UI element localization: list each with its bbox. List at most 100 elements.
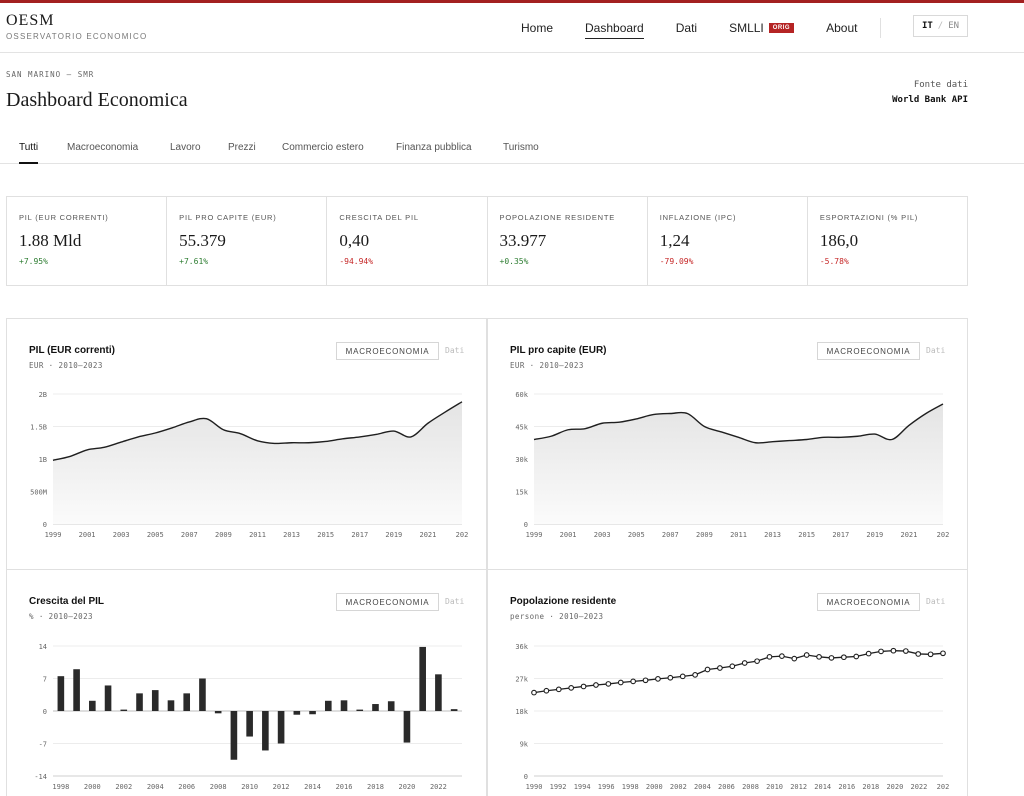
nav-dati-label: Dati bbox=[675, 21, 698, 35]
breadcrumb: SAN MARINO — SMR bbox=[6, 70, 95, 79]
bar bbox=[277, 711, 285, 744]
dati-link[interactable]: Dati bbox=[926, 597, 945, 606]
tab-prezzi[interactable]: Prezzi bbox=[228, 142, 256, 164]
logo-subtitle: OSSERVATORIO ECONOMICO bbox=[6, 32, 148, 41]
bar bbox=[293, 711, 301, 715]
category-tag-button[interactable]: MACROECONOMIA bbox=[817, 593, 920, 611]
kpi-delta: +0.35% bbox=[499, 257, 529, 266]
data-point bbox=[878, 648, 884, 655]
x-tick-label: 1999 bbox=[526, 531, 543, 539]
bar bbox=[387, 701, 395, 711]
tab-macroeconomia[interactable]: Macroeconomia bbox=[67, 142, 138, 164]
nav-dati[interactable]: Dati bbox=[676, 17, 697, 39]
data-point bbox=[754, 658, 760, 665]
tab-tutti[interactable]: Tutti bbox=[19, 142, 39, 164]
lang-en[interactable]: EN bbox=[948, 21, 959, 31]
nav-divider bbox=[880, 18, 881, 38]
chart-subtitle: persone · 2010–2023 bbox=[510, 612, 604, 621]
data-point bbox=[580, 683, 587, 690]
y-tick-label: 14 bbox=[39, 643, 47, 651]
x-tick-label: 2022 bbox=[911, 783, 928, 791]
kpi-value: 33.977 bbox=[499, 231, 547, 250]
bar bbox=[199, 678, 206, 711]
kpi-card-pil[interactable]: PIL (EUR CORRENTI) 1.88 Mld +7.95% bbox=[7, 197, 168, 285]
data-point bbox=[617, 679, 624, 686]
kpi-card-popolazione[interactable]: POPOLAZIONE RESIDENTE 33.977 +0.35% bbox=[488, 197, 648, 285]
kpi-card-esportazioni[interactable]: ESPORTAZIONI (% PIL) 186,0 -5.78% bbox=[808, 197, 967, 285]
y-tick-label: 18k bbox=[515, 708, 528, 716]
y-tick-label: 1B bbox=[39, 456, 47, 464]
nav-dashboard[interactable]: Dashboard bbox=[585, 17, 644, 39]
x-tick-label: 2020 bbox=[886, 783, 903, 791]
x-tick-label: 2012 bbox=[273, 783, 290, 791]
x-tick-label: 1990 bbox=[526, 783, 543, 791]
x-tick-label: 1998 bbox=[622, 783, 639, 791]
lang-it[interactable]: IT bbox=[922, 21, 933, 31]
dati-link[interactable]: Dati bbox=[445, 346, 464, 355]
data-point bbox=[779, 653, 785, 659]
kpi-value: 1.88 Mld bbox=[19, 231, 82, 250]
kpi-card-inflazione[interactable]: INFLAZIONE (IPC) 1,24 -79.09% bbox=[648, 197, 808, 285]
category-tag-button[interactable]: MACROECONOMIA bbox=[817, 342, 920, 360]
tab-lavoro[interactable]: Lavoro bbox=[170, 142, 201, 164]
nav-smlli[interactable]: SMLLI ORIG bbox=[729, 17, 795, 39]
x-tick-label: 2009 bbox=[215, 531, 232, 539]
kpi-label: POPOLAZIONE RESIDENTE bbox=[499, 213, 616, 222]
bar bbox=[167, 700, 175, 711]
nav-about[interactable]: About bbox=[826, 17, 857, 39]
y-tick-label: 0 bbox=[43, 521, 47, 529]
x-tick-label: 2005 bbox=[628, 531, 645, 539]
page-title: Dashboard Economica bbox=[6, 89, 188, 111]
data-point bbox=[655, 676, 661, 682]
kpi-card-crescita[interactable]: CRESCITA DEL PIL 0,40 -94.94% bbox=[327, 197, 488, 285]
y-tick-label: -14 bbox=[34, 773, 47, 781]
x-tick-label: 2019 bbox=[866, 531, 883, 539]
data-point bbox=[642, 677, 649, 684]
tab-turismo[interactable]: Turismo bbox=[503, 142, 539, 164]
nav-home[interactable]: Home bbox=[521, 17, 553, 39]
y-tick-label: 500M bbox=[30, 489, 47, 497]
kpi-card-pil-pro-capite[interactable]: PIL PRO CAPITE (EUR) 55.379 +7.61% bbox=[167, 197, 328, 285]
data-point bbox=[853, 653, 860, 660]
dati-link[interactable]: Dati bbox=[926, 346, 945, 355]
x-tick-label: 2018 bbox=[862, 783, 879, 791]
data-point bbox=[605, 681, 612, 687]
kpi-label: INFLAZIONE (IPC) bbox=[659, 213, 737, 222]
bar bbox=[356, 709, 364, 711]
x-tick-label: 2000 bbox=[646, 783, 663, 791]
kpi-value: 55.379 bbox=[179, 231, 226, 250]
bar bbox=[403, 711, 411, 743]
x-tick-label: 2001 bbox=[560, 531, 577, 539]
lang-separator: / bbox=[937, 21, 944, 31]
data-point bbox=[816, 653, 822, 660]
tab-commercio-estero[interactable]: Commercio estero bbox=[282, 142, 364, 164]
dati-link[interactable]: Dati bbox=[445, 597, 464, 606]
category-tag-button[interactable]: MACROECONOMIA bbox=[336, 342, 439, 360]
logo[interactable]: OESM OSSERVATORIO ECONOMICO bbox=[6, 12, 147, 41]
x-tick-label: 2021 bbox=[419, 531, 436, 539]
data-point bbox=[729, 663, 736, 670]
x-tick-label: 2019 bbox=[385, 531, 402, 539]
x-tick-label: 2011 bbox=[730, 531, 747, 539]
bar bbox=[419, 646, 426, 711]
data-point bbox=[741, 660, 748, 666]
kpi-label: ESPORTAZIONI (% PIL) bbox=[819, 213, 919, 222]
area-fill bbox=[53, 401, 462, 524]
data-point bbox=[927, 651, 934, 658]
x-tick-label: 2011 bbox=[249, 531, 266, 539]
x-tick-label: 2010 bbox=[766, 783, 783, 791]
y-tick-label: 2B bbox=[39, 391, 47, 399]
top-header: OESM OSSERVATORIO ECONOMICO Home Dashboa… bbox=[0, 3, 1024, 53]
category-tag-button[interactable]: MACROECONOMIA bbox=[336, 593, 439, 611]
x-tick-label: 2003 bbox=[113, 531, 130, 539]
bar bbox=[183, 693, 191, 711]
bar bbox=[136, 693, 143, 711]
x-tick-label: 1999 bbox=[45, 531, 62, 539]
kpi-label: PIL PRO CAPITE (EUR) bbox=[179, 213, 277, 222]
y-tick-label: 1.5B bbox=[30, 424, 47, 432]
kpi-delta: -5.78% bbox=[819, 257, 849, 266]
tab-finanza-pubblica[interactable]: Finanza pubblica bbox=[396, 142, 472, 164]
x-tick-label: 2008 bbox=[742, 783, 759, 791]
chart-subtitle: EUR · 2010–2023 bbox=[29, 361, 103, 370]
chart-subtitle: % · 2010–2023 bbox=[29, 612, 93, 621]
